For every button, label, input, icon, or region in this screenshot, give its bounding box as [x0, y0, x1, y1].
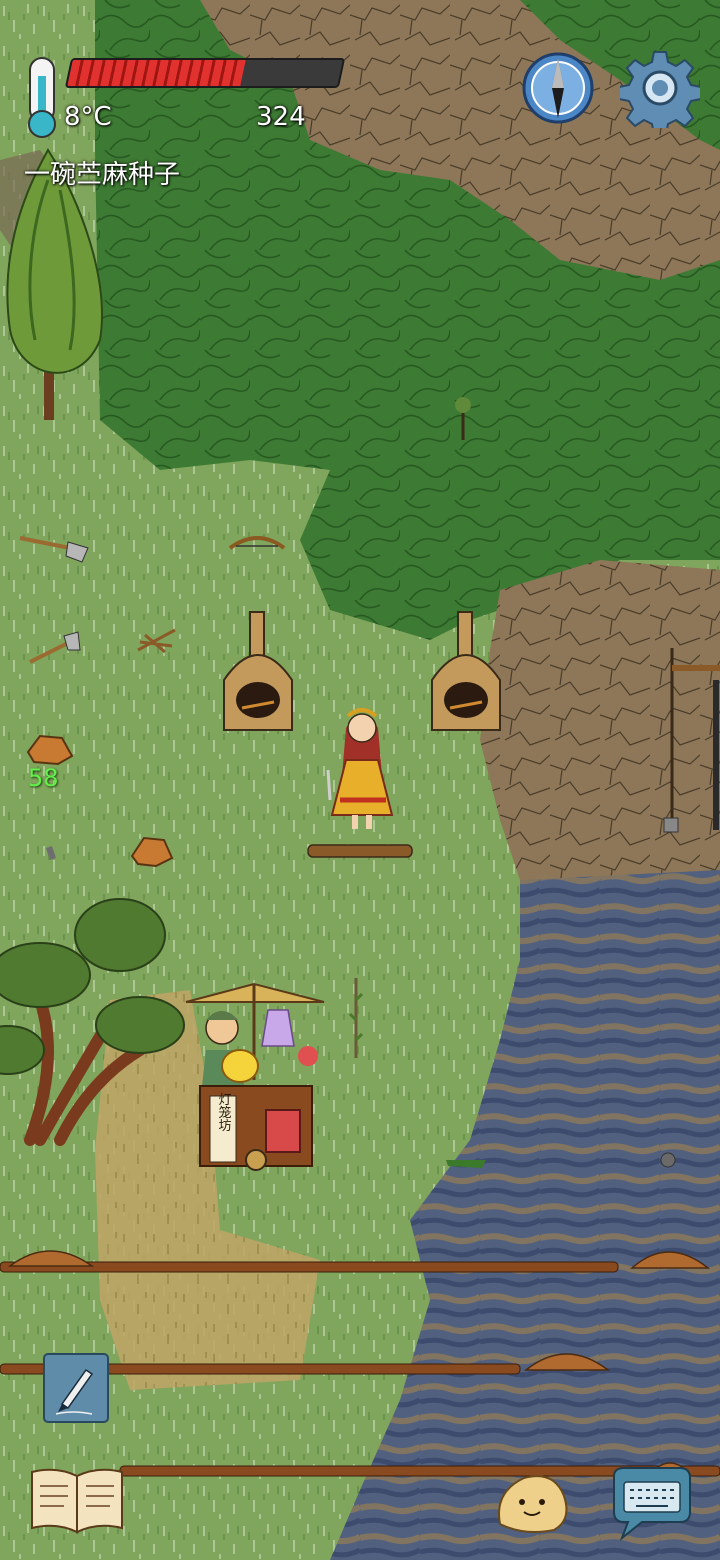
- score-counter: 324: [256, 102, 306, 132]
- held-item-label: 一碗苎麻种子: [24, 160, 181, 190]
- open-book-icon[interactable]: [28, 1466, 126, 1536]
- keyboard-speech-bubble-icon[interactable]: [608, 1466, 692, 1542]
- smiley-face-icon[interactable]: [494, 1470, 570, 1534]
- temperature-readout: 8°C: [64, 102, 112, 132]
- health-bar-fill: [67, 60, 246, 86]
- stone[interactable]: [660, 1152, 676, 1168]
- fence-row[interactable]: [0, 1261, 619, 1273]
- health-bar: [64, 58, 346, 88]
- floating-number: 58: [28, 764, 59, 792]
- compass-icon[interactable]: [520, 50, 596, 126]
- log-item[interactable]: [307, 844, 413, 858]
- thermometer-icon: [28, 57, 56, 138]
- shop-sign: 灯笼坊: [216, 1093, 232, 1133]
- game-world-map[interactable]: 灯笼坊: [0, 0, 720, 1560]
- gear-icon[interactable]: [620, 48, 700, 128]
- pencil-icon[interactable]: [42, 1352, 110, 1424]
